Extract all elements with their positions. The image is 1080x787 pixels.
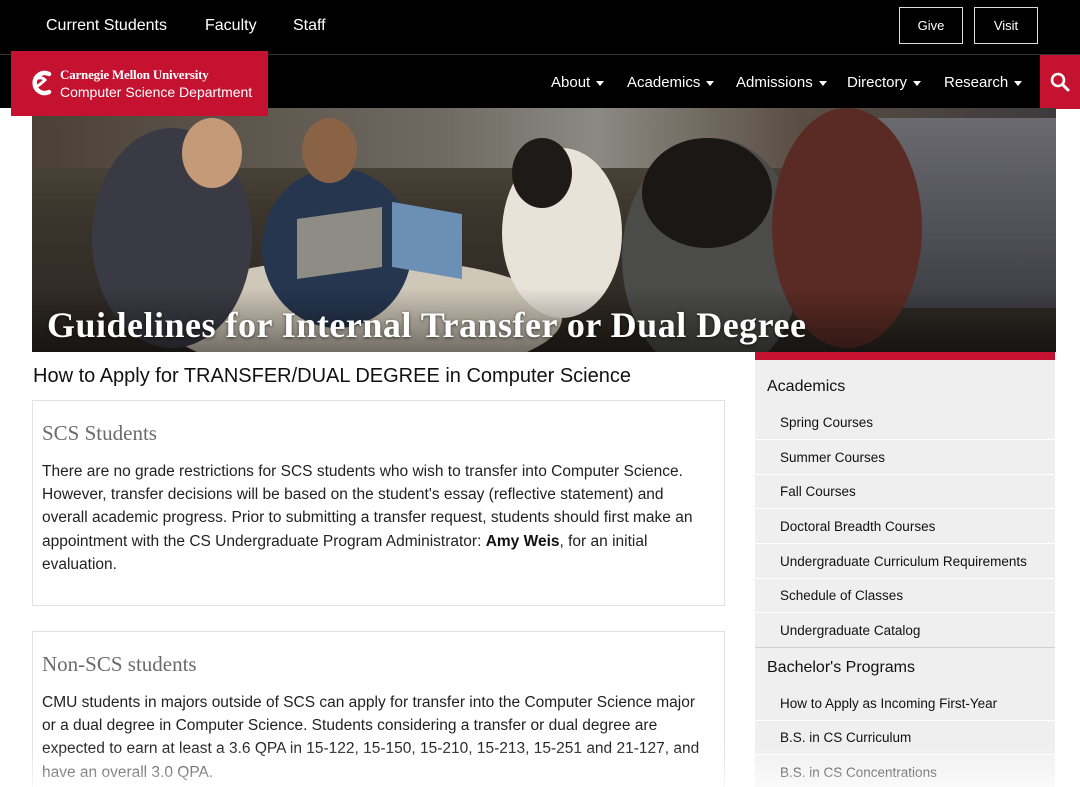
chevron-down-icon [596, 80, 605, 86]
hero-photo-laptop [392, 201, 462, 280]
nav-admissions[interactable]: Admissions [736, 74, 827, 91]
scs-students-text: There are no grade restrictions for SCS … [42, 460, 712, 576]
nav-about[interactable]: About [551, 74, 605, 91]
sidebar-item-label: Schedule of Classes [780, 588, 904, 603]
department-name: Computer Science Department [60, 84, 253, 100]
search-button[interactable] [1040, 55, 1080, 109]
scs-students-title: SCS Students [42, 421, 157, 445]
scs-students-card: SCS Students There are no grade restrict… [32, 400, 725, 606]
hero-photo-laptop [297, 207, 382, 279]
hero-photo-face [302, 118, 357, 183]
sidebar-item-apply-first-year[interactable]: How to Apply as Incoming First-Year [755, 687, 1055, 721]
nav-research[interactable]: Research [944, 74, 1023, 91]
sidebar-item-schedule-of-classes[interactable]: Schedule of Classes [755, 579, 1055, 613]
sidebar-item-label: Undergraduate Curriculum Requirements [780, 554, 1027, 569]
nav-research-label: Research [944, 74, 1009, 91]
section-heading: How to Apply for TRANSFER/DUAL DEGREE in… [33, 365, 631, 387]
search-icon [1050, 72, 1070, 92]
advisor-name: Amy Weis [485, 532, 560, 550]
utility-bar: Current Students Faculty Staff Give Visi… [0, 0, 1080, 54]
sidebar-item-label: Spring Courses [780, 415, 874, 430]
give-button[interactable]: Give [899, 7, 963, 44]
nav-about-label: About [551, 74, 591, 91]
sidebar-item-fall-courses[interactable]: Fall Courses [755, 475, 1055, 509]
nav-academics[interactable]: Academics [627, 74, 715, 91]
page-title: Guidelines for Internal Transfer or Dual… [47, 305, 807, 345]
chevron-down-icon [706, 80, 715, 86]
sidebar-item-doctoral-breadth[interactable]: Doctoral Breadth Courses [755, 510, 1055, 544]
non-scs-students-text: CMU students in majors outside of SCS ca… [42, 694, 700, 781]
hero-banner: Guidelines for Internal Transfer or Dual… [32, 108, 1056, 352]
sidebar-item-summer-courses[interactable]: Summer Courses [755, 441, 1055, 475]
hero-photo-hair [642, 138, 772, 248]
sidebar-nav: Academics Spring Courses Summer Courses … [755, 352, 1055, 787]
non-scs-students-card: Non-SCS students CMU students in majors … [32, 631, 725, 787]
nav-directory-label: Directory [847, 74, 908, 91]
sidebar-item-label: Doctoral Breadth Courses [780, 519, 936, 534]
sidebar-item-undergraduate-catalog[interactable]: Undergraduate Catalog [755, 614, 1055, 648]
sidebar-item-bs-cs-concentrations[interactable]: B.S. in CS Concentrations [755, 756, 1055, 787]
visit-button[interactable]: Visit [974, 7, 1038, 44]
sidebar-item-spring-courses[interactable]: Spring Courses [755, 406, 1055, 440]
sidebar-item-label: B.S. in CS Curriculum [780, 730, 912, 745]
staff-link[interactable]: Staff [293, 17, 326, 35]
non-scs-students-title: Non-SCS students [42, 652, 197, 676]
sidebar-item-label: B.S. in CS Concentrations [780, 765, 937, 780]
sidebar-heading-academics[interactable]: Academics [767, 378, 845, 396]
sidebar-item-label: Fall Courses [780, 484, 856, 499]
sidebar-item-bs-cs-curriculum[interactable]: B.S. in CS Curriculum [755, 721, 1055, 755]
university-name: Carnegie Mellon University [60, 67, 209, 82]
hero-photo-hair [512, 138, 572, 208]
sidebar-heading-bachelors[interactable]: Bachelor's Programs [767, 659, 915, 677]
chevron-down-icon [913, 80, 922, 86]
hero-photo-face [182, 118, 242, 188]
faculty-link[interactable]: Faculty [205, 17, 257, 35]
sidebar-item-curriculum-requirements[interactable]: Undergraduate Curriculum Requirements [755, 545, 1055, 579]
chevron-down-icon [1014, 80, 1023, 86]
nav-academics-label: Academics [627, 74, 701, 91]
nav-admissions-label: Admissions [736, 74, 813, 91]
cmu-logo-icon [32, 70, 52, 96]
sidebar-item-label: Summer Courses [780, 450, 886, 465]
nav-directory[interactable]: Directory [847, 74, 922, 91]
sidebar-item-label: Undergraduate Catalog [780, 623, 921, 638]
chevron-down-icon [818, 80, 827, 86]
sidebar-item-label: How to Apply as Incoming First-Year [780, 696, 998, 711]
current-students-link[interactable]: Current Students [46, 17, 167, 35]
cmu-logo[interactable]: Carnegie Mellon University Computer Scie… [11, 51, 268, 116]
